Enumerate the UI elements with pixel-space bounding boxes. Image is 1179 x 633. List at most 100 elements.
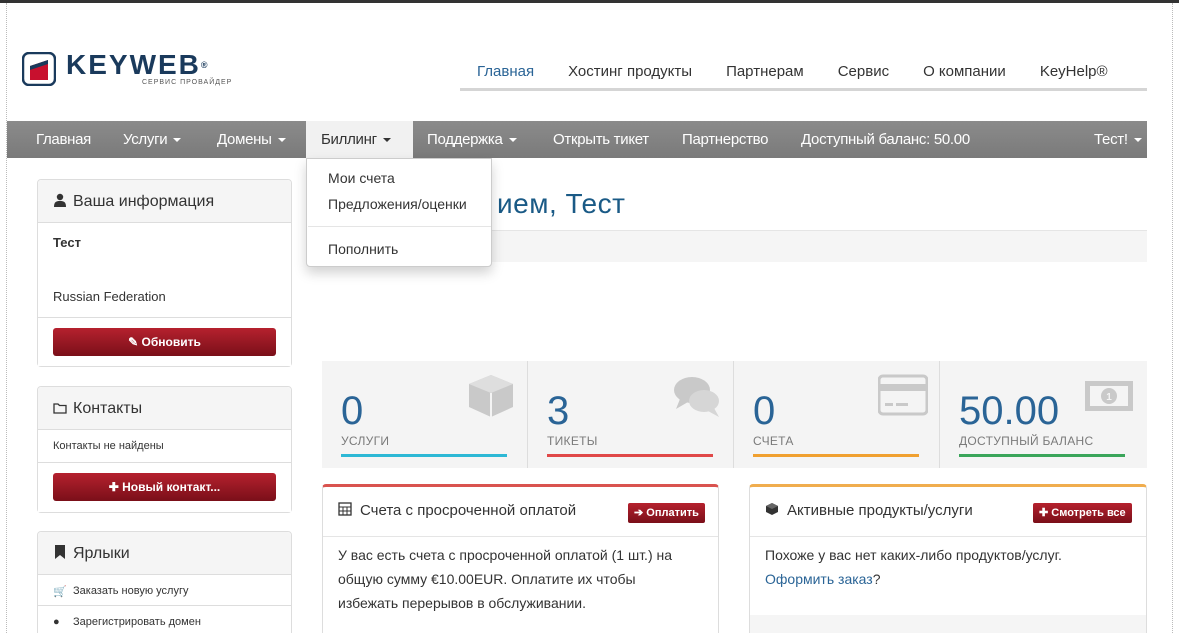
- tile-invoices[interactable]: 0 СЧЕТА: [734, 361, 940, 468]
- chevron-down-icon: [1133, 138, 1142, 143]
- nav-billing[interactable]: Биллинг: [306, 121, 413, 158]
- no-contacts-text: Контакты не найдены: [53, 440, 164, 452]
- tile-label: УСЛУГИ: [341, 434, 390, 448]
- arrow-right-icon: ➔: [634, 507, 647, 519]
- menu-item-my-invoices[interactable]: Мои счета: [328, 170, 395, 186]
- brand-logo[interactable]: KEYWEB® СЕРВИС ПРОВАЙДЕР: [22, 50, 242, 90]
- place-order-link[interactable]: Оформить заказ: [765, 571, 873, 587]
- client-name: Тест: [53, 235, 81, 250]
- overdue-message: У вас есть счета с просроченной оплатой …: [338, 543, 672, 615]
- nav-domains[interactable]: Домены: [217, 121, 286, 158]
- brand-subtitle: СЕРВИС ПРОВАЙДЕР: [142, 79, 233, 86]
- money-icon: 1: [1085, 381, 1133, 411]
- frame-right-border: [1172, 3, 1173, 633]
- topnav-service[interactable]: Сервис: [821, 62, 906, 82]
- tile-value: 50.00: [959, 389, 1060, 433]
- panel-footer: ✚ Новый контакт...: [38, 462, 291, 512]
- panel-title: Ярлыки: [73, 545, 130, 562]
- folder-icon: [53, 403, 67, 414]
- credit-card-icon: [878, 374, 928, 416]
- svg-text:1: 1: [1106, 392, 1112, 403]
- panel-contacts: Контакты Контакты не найдены ✚ Новый кон…: [37, 386, 292, 513]
- window-top-border: [0, 0, 1179, 3]
- panel-header: Счета с просроченной оплатой ➔ Оплатить: [323, 487, 718, 537]
- tile-services[interactable]: 0 УСЛУГИ: [322, 361, 528, 468]
- overdue-text-line: У вас есть счета с просроченной оплатой …: [338, 547, 673, 563]
- topnav-home[interactable]: Главная: [460, 62, 551, 82]
- plus-icon: ✚: [108, 480, 123, 494]
- tile-label: СЧЕТА: [753, 434, 794, 448]
- new-contact-button-label: Новый контакт...: [122, 480, 221, 494]
- cube-icon: [766, 503, 778, 515]
- panel-header: Ярлыки: [38, 532, 291, 575]
- chevron-down-icon: [382, 138, 391, 143]
- panel-title-text: Счета с просроченной оплатой: [360, 502, 577, 519]
- view-all-button[interactable]: ✚ Смотреть все: [1033, 503, 1132, 523]
- new-contact-button[interactable]: ✚ Новый контакт...: [53, 473, 276, 501]
- panel-header: Контакты: [38, 387, 291, 430]
- shortcut-item-order[interactable]: 🛒 Заказать новую услугу: [38, 576, 291, 606]
- update-info-button[interactable]: ✎ Обновить: [53, 328, 276, 356]
- nav-home[interactable]: Главная: [36, 121, 91, 158]
- brand-name: KEYWEB®: [66, 49, 208, 80]
- panel-overdue-invoices: Счета с просроченной оплатой ➔ Оплатить …: [322, 484, 719, 633]
- menu-item-quotes[interactable]: Предложения/оценки: [328, 196, 467, 212]
- topnav-underline: [460, 88, 1147, 91]
- nav-services[interactable]: Услуги: [123, 121, 182, 158]
- panel-footer: ✎ Обновить: [38, 317, 291, 366]
- nav-open-ticket[interactable]: Открыть тикет: [553, 121, 649, 158]
- top-navigation: Главная Хостинг продукты Партнерам Серви…: [460, 62, 1125, 82]
- billing-dropdown-menu: Мои счета Предложения/оценки Пополнить: [306, 158, 492, 267]
- panel-title-text: Активные продукты/услуги: [787, 502, 973, 519]
- nav-support-label: Поддержка: [427, 131, 503, 148]
- tile-value: 0: [753, 389, 776, 433]
- tile-label: ТИКЕТЫ: [547, 434, 598, 448]
- panel-active-products: Активные продукты/услуги ✚ Смотреть все …: [749, 484, 1147, 633]
- panel-header: Активные продукты/услуги ✚ Смотреть все: [750, 487, 1146, 537]
- tile-tickets[interactable]: 3 ТИКЕТЫ: [528, 361, 734, 468]
- shortcut-label: Зарегистрировать домен: [73, 616, 201, 628]
- nav-partnership[interactable]: Партнерство: [682, 121, 768, 158]
- nav-services-label: Услуги: [123, 131, 168, 148]
- menu-item-add-funds[interactable]: Пополнить: [328, 241, 398, 257]
- order-line: Оформить заказ?: [765, 567, 1062, 591]
- active-products-message: Похоже у вас нет каких-либо продуктов/ус…: [765, 543, 1062, 591]
- topnav-partners[interactable]: Партнерам: [709, 62, 821, 82]
- tile-accent-bar: [959, 454, 1125, 457]
- panel-title: Счета с просроченной оплатой: [338, 502, 576, 519]
- panel-title: Ваша информация: [73, 193, 215, 210]
- panel-footer: [750, 615, 1146, 633]
- tile-value: 0: [341, 389, 364, 433]
- calculator-icon: [338, 502, 352, 516]
- pencil-icon: ✎: [128, 335, 142, 349]
- tile-balance[interactable]: 50.00 ДОСТУПНЫЙ БАЛАНС 1: [940, 361, 1147, 468]
- pay-button[interactable]: ➔ Оплатить: [628, 503, 705, 523]
- nav-billing-label: Биллинг: [321, 131, 377, 148]
- topnav-keyhelp[interactable]: KeyHelp®: [1023, 62, 1125, 82]
- pay-button-label: Оплатить: [646, 507, 699, 519]
- topnav-about[interactable]: О компании: [906, 62, 1023, 82]
- tile-value: 3: [547, 389, 570, 433]
- stats-tiles: 0 УСЛУГИ 3 ТИКЕТЫ 0 СЧЕТА 50.00 ДОСТУПНЫ…: [322, 361, 1147, 468]
- view-all-button-label: Смотреть все: [1051, 507, 1126, 519]
- frame-left-border: [6, 3, 7, 633]
- nav-balance: Доступный баланс: 50.00: [801, 131, 970, 148]
- nav-user-menu[interactable]: Тест!: [1094, 121, 1142, 158]
- user-icon: [54, 193, 66, 207]
- tile-accent-bar: [341, 454, 507, 457]
- overdue-text-line: избежать перерывов в обслуживании.: [338, 595, 587, 611]
- chevron-down-icon: [508, 138, 517, 143]
- tile-accent-bar: [753, 454, 919, 457]
- bookmark-icon: [55, 545, 65, 559]
- nav-domains-label: Домены: [217, 131, 272, 148]
- topnav-hosting-products[interactable]: Хостинг продукты: [551, 62, 709, 82]
- comments-icon: [674, 377, 719, 417]
- tile-accent-bar: [547, 454, 713, 457]
- cube-icon: [469, 375, 513, 417]
- nav-support[interactable]: Поддержка: [427, 121, 517, 158]
- tile-label: ДОСТУПНЫЙ БАЛАНС: [959, 434, 1094, 448]
- panel-your-info: Ваша информация Тест Russian Federation …: [37, 179, 292, 367]
- nav-user-label: Тест!: [1094, 131, 1128, 148]
- client-country: Russian Federation: [53, 289, 166, 304]
- shortcut-item-register-domain[interactable]: ● Зарегистрировать домен: [38, 607, 291, 633]
